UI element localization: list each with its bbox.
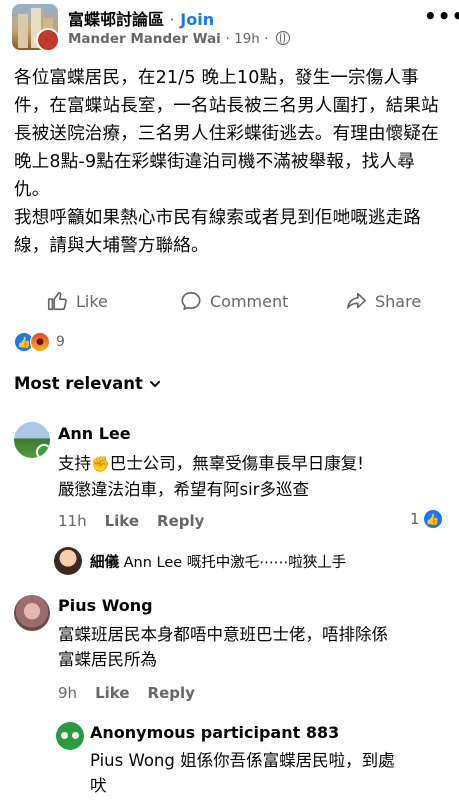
comment-time[interactable]: 11h [58,512,87,530]
author-name[interactable]: Mander Mander Wai [68,31,221,47]
commenter-name[interactable]: Anonymous participant 883 [90,723,339,742]
post-time[interactable]: 19h [234,31,260,47]
anonymous-avatar-icon[interactable] [56,722,84,750]
reply-preview[interactable]: 細儀 Ann Lee 嘅托中激乇⋯⋯啦狹丄手 [90,551,346,572]
comment-text-line: 嚴懲違法泊車，希望有阿sir多巡查 [58,480,309,499]
comment-reply-button[interactable]: Reply [157,512,204,530]
comment-like-button[interactable]: Like [105,512,139,530]
like-reaction-icon: 👍 [423,510,442,528]
building-shape [18,14,28,48]
comment-text: 支持✊巴士公司，無辜受傷車長早日康复! 嚴懲違法泊車，希望有阿sir多巡查 [58,451,448,502]
comment-meta: 9h Like Reply [58,684,195,702]
group-title[interactable]: 富蝶邨討論區 · Join [68,6,214,30]
separator: · [169,10,175,29]
post-body: 各位富蝶居民，在21/5 晚上10點，發生一宗傷人事件，在富蝶站長室，一名站長被… [14,64,448,260]
comment-like-button[interactable]: Like [95,684,129,702]
comment-button[interactable]: Comment [180,290,288,312]
author-avatar-badge[interactable] [36,28,58,50]
comment-icon [181,291,201,311]
like-label: Like [76,291,108,311]
comment-sort-dropdown[interactable]: Most relevant [14,374,161,393]
like-count-value: 1 [410,510,420,528]
comment-meta: 11h Like Reply [58,512,204,530]
like-button[interactable]: Like [46,290,108,312]
post-meta: Mander Mander Wai · 19h · [68,31,291,47]
chevron-down-icon [149,380,160,387]
globe-icon [276,31,291,45]
share-button[interactable]: Share [345,290,421,312]
reaction-count: 9 [56,334,65,350]
comment-like-count[interactable]: 1 👍 [410,510,442,528]
comment-reply-button[interactable]: Reply [148,684,195,702]
reaction-summary[interactable]: 👍 ● 9 [14,332,65,352]
comment-text-part: 巴士公司，無辜受傷車長早日康复! [109,454,364,473]
anonymous-mask-icon [61,732,79,740]
reply-author: 細儀 [90,555,119,571]
comment-text: 富蝶班居民本身都唔中意班巴士佬，唔排除係 富蝶居民所為 [58,622,453,672]
commenter-name[interactable]: Ann Lee [58,424,131,443]
group-name[interactable]: 富蝶邨討論區 [68,10,164,29]
thumbs-up-icon [47,291,67,311]
post-paragraph: 各位富蝶居民，在21/5 晚上10點，發生一宗傷人事件，在富蝶站長室，一名站長被… [14,68,439,200]
comment-text-part: 支持 [58,454,91,473]
comment-label: Comment [210,291,289,311]
share-label: Share [375,291,422,311]
comment-text-line: 富蝶班居民本身都唔中意班巴士佬，唔排除係 [58,625,388,644]
join-button[interactable]: Join [180,10,214,29]
group-avatar[interactable] [12,4,58,50]
avatar[interactable] [14,595,50,631]
more-options-icon[interactable]: ••• [424,4,459,28]
avatar[interactable] [14,422,50,458]
share-arrow-icon [346,292,366,309]
avatar[interactable] [54,547,82,575]
fist-emoji-icon: ✊ [91,455,110,473]
comment-time[interactable]: 9h [58,684,77,702]
reply-text: 嘅托中激乇⋯⋯啦狹丄手 [186,555,347,571]
comment-text-line: 吠 [90,776,107,795]
angry-reaction-icon: ● [30,332,50,352]
comment-text: Pius Wong 姐係你吾係富蝶居民啦，到處 吠 [90,748,450,798]
post-paragraph: 我想呼籲如果熱心市民有線索或者見到佢哋嘅逃走路線，請與大埔警方聯絡。 [14,208,422,256]
reply-mention: Ann Lee [123,555,183,571]
comment-text-line: Pius Wong 姐係你吾係富蝶居民啦，到處 [90,751,395,770]
comment-text-line: 富蝶居民所為 [58,650,157,669]
sort-label: Most relevant [14,374,143,393]
commenter-name[interactable]: Pius Wong [58,596,153,615]
